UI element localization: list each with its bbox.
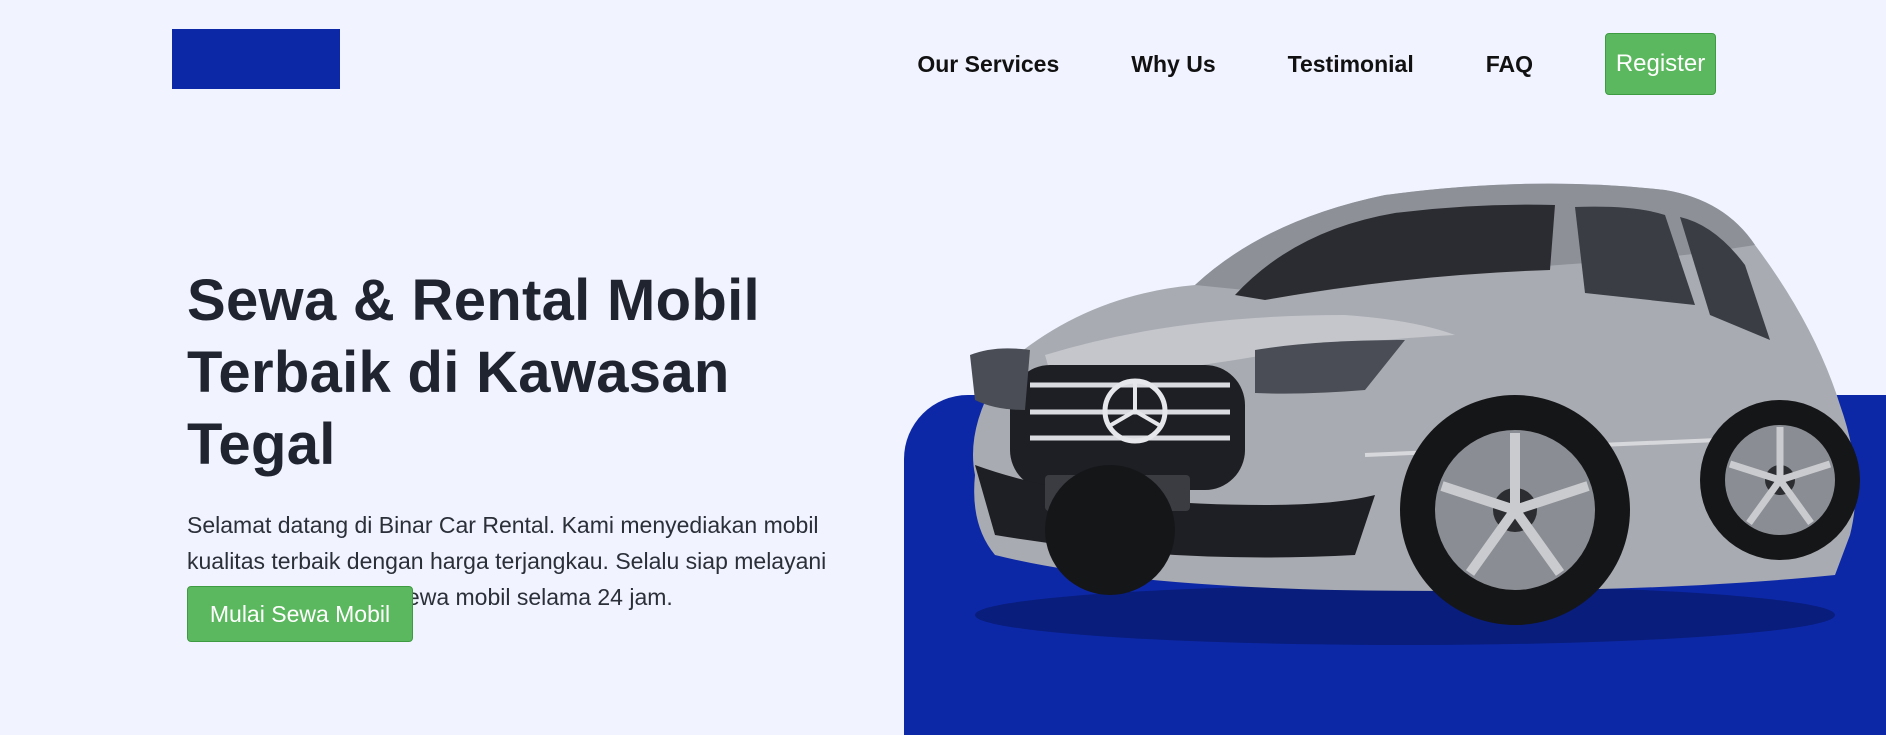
start-rental-button[interactable]: Mulai Sewa Mobil <box>187 586 413 642</box>
register-button[interactable]: Register <box>1605 33 1716 95</box>
nav-link-our-services[interactable]: Our Services <box>917 51 1059 78</box>
car-image <box>970 183 1860 645</box>
hero-title-line-2: Terbaik di Kawasan Tegal <box>187 340 730 477</box>
hero-title-line-1: Sewa & Rental Mobil <box>187 268 760 333</box>
main-nav: Our Services Why Us Testimonial FAQ Regi… <box>917 33 1716 95</box>
nav-link-faq[interactable]: FAQ <box>1486 51 1533 78</box>
landing-page: Our Services Why Us Testimonial FAQ Regi… <box>0 0 1886 735</box>
logo[interactable] <box>172 29 340 89</box>
hero-text: Sewa & Rental Mobil Terbaik di Kawasan T… <box>187 265 887 615</box>
nav-link-why-us[interactable]: Why Us <box>1131 51 1215 78</box>
hero-title: Sewa & Rental Mobil Terbaik di Kawasan T… <box>187 265 887 481</box>
nav-link-testimonial[interactable]: Testimonial <box>1288 51 1414 78</box>
